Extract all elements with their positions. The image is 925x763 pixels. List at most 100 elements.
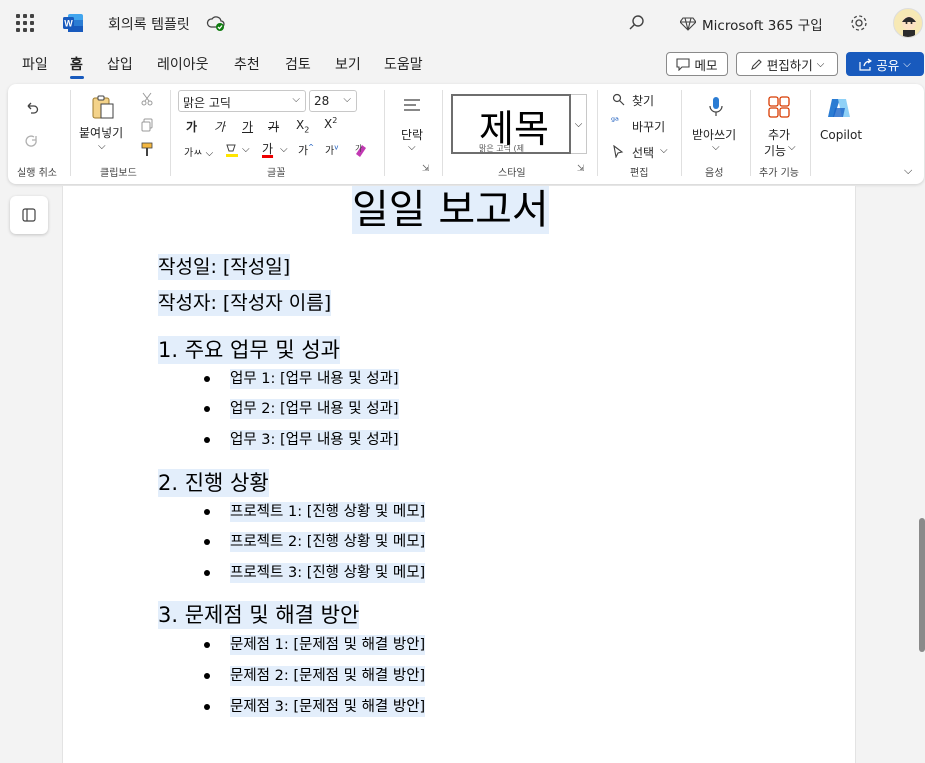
dialog-launcher-icon[interactable]: ⇲ bbox=[422, 164, 430, 174]
select-button[interactable]: 선택 bbox=[632, 144, 654, 161]
meta-date[interactable]: 작성일: [작성일] bbox=[158, 254, 291, 280]
tab-review[interactable]: 검토 bbox=[285, 54, 311, 74]
chevron-down-icon: ⌵ bbox=[574, 118, 583, 130]
document-heading[interactable]: 일일 보고서 bbox=[352, 186, 549, 234]
styles-more-button[interactable]: ⌵ bbox=[571, 94, 587, 154]
avatar[interactable] bbox=[893, 8, 923, 38]
list-item[interactable]: 프로젝트 1: [진행 상황 및 메모] bbox=[230, 502, 426, 522]
ribbon-collapse-icon[interactable]: ⌵ bbox=[904, 164, 912, 178]
bullet bbox=[204, 642, 210, 648]
copilot-button[interactable]: Copilot bbox=[820, 128, 862, 142]
chevron-down-icon: ⌵ bbox=[903, 58, 911, 70]
list-item[interactable]: 문제점 1: [문제점 및 해결 방안] bbox=[230, 635, 426, 655]
share-button[interactable]: 공유 ⌵ bbox=[846, 52, 924, 76]
styles-group-label: 스타일 bbox=[498, 168, 526, 179]
tab-file[interactable]: 파일 bbox=[22, 54, 48, 74]
search-icon[interactable] bbox=[628, 14, 646, 32]
document-title[interactable]: 회의록 템플릿 bbox=[108, 14, 190, 34]
font-style-button[interactable]: 가ㅆ ⌵ bbox=[184, 144, 213, 159]
strikethrough-button[interactable]: 가 bbox=[268, 118, 279, 135]
section-heading[interactable]: 3. 문제점 및 해결 방안 bbox=[158, 601, 360, 629]
bold-button[interactable]: 가 bbox=[186, 118, 197, 135]
cut-icon[interactable] bbox=[140, 92, 154, 106]
add-ins-button[interactable]: 추가 bbox=[768, 126, 790, 143]
chevron-down-icon[interactable]: ⌵ bbox=[242, 144, 250, 155]
undo-group-label: 실행 취소 bbox=[17, 168, 57, 179]
highlighter-icon[interactable] bbox=[224, 142, 240, 158]
tab-recommend[interactable]: 추천 bbox=[234, 54, 260, 74]
list-item[interactable]: 업무 2: [업무 내용 및 성과] bbox=[230, 399, 399, 419]
app-launcher-icon[interactable] bbox=[16, 14, 34, 32]
dialog-launcher-icon[interactable]: ⇲ bbox=[577, 164, 585, 174]
italic-button[interactable]: 가 bbox=[214, 118, 225, 135]
font-color-button[interactable]: 가 bbox=[262, 140, 273, 157]
replace-button[interactable]: 바꾸기 bbox=[632, 118, 665, 135]
superscript-button[interactable]: X2 bbox=[324, 116, 337, 131]
copy-icon[interactable] bbox=[140, 118, 154, 132]
chevron-down-icon[interactable]: ⌵ bbox=[660, 145, 668, 156]
navigation-pane-button[interactable] bbox=[10, 196, 48, 234]
vertical-scrollbar-thumb[interactable] bbox=[919, 518, 925, 652]
add-ins-icon[interactable] bbox=[768, 96, 790, 118]
tab-home[interactable]: 홈 bbox=[70, 54, 83, 74]
paste-icon[interactable] bbox=[91, 94, 115, 120]
grow-font-button[interactable]: 가^ bbox=[298, 142, 314, 158]
chevron-down-icon: ⌵ bbox=[816, 58, 825, 70]
bullet bbox=[204, 570, 210, 576]
paragraph-button[interactable]: 단락 bbox=[401, 126, 423, 143]
font-size-select[interactable]: 28 ⌵ bbox=[309, 90, 357, 112]
pencil-icon bbox=[750, 58, 762, 70]
divider bbox=[597, 90, 598, 176]
chevron-down-icon[interactable]: ⌵ bbox=[98, 141, 106, 152]
cloud-saved-icon[interactable] bbox=[206, 14, 226, 32]
shrink-font-button[interactable]: 가v bbox=[325, 142, 338, 157]
list-item[interactable]: 업무 1: [업무 내용 및 성과] bbox=[230, 369, 399, 389]
divider bbox=[442, 90, 443, 176]
title-bar: W 회의록 템플릿 Microsoft 365 구입 bbox=[0, 0, 925, 46]
voice-group-label: 음성 bbox=[705, 168, 724, 179]
dictate-button[interactable]: 받아쓰기 bbox=[692, 126, 736, 143]
undo-icon[interactable] bbox=[24, 100, 40, 116]
search-icon bbox=[612, 93, 625, 106]
copilot-icon[interactable] bbox=[826, 96, 852, 120]
active-tab-indicator bbox=[70, 76, 84, 79]
list-item[interactable]: 문제점 2: [문제점 및 해결 방안] bbox=[230, 666, 426, 686]
chevron-down-icon[interactable]: ⌵ bbox=[712, 142, 720, 153]
section-heading[interactable]: 1. 주요 업무 및 성과 bbox=[158, 336, 340, 364]
gear-icon[interactable] bbox=[849, 13, 869, 33]
tab-layout[interactable]: 레이아웃 bbox=[157, 54, 209, 74]
divider bbox=[810, 90, 811, 176]
paste-button[interactable]: 붙여넣기 bbox=[79, 124, 123, 141]
list-item[interactable]: 프로젝트 2: [진행 상황 및 메모] bbox=[230, 532, 426, 552]
tab-help[interactable]: 도움말 bbox=[384, 54, 423, 74]
format-painter-icon[interactable] bbox=[140, 142, 154, 158]
tab-insert[interactable]: 삽입 bbox=[107, 54, 133, 74]
chevron-down-icon[interactable]: ⌵ bbox=[408, 142, 416, 153]
list-item[interactable]: 문제점 3: [문제점 및 해결 방안] bbox=[230, 697, 426, 717]
comments-button[interactable]: 메모 bbox=[666, 52, 728, 76]
font-name-select[interactable]: 맑은 고딕 ⌵ bbox=[178, 90, 306, 112]
editing-group-label: 편집 bbox=[630, 168, 649, 179]
chevron-down-icon[interactable]: ⌵ bbox=[280, 144, 288, 155]
chevron-down-icon[interactable]: ⌵ bbox=[788, 142, 796, 153]
style-preview-subtext: 맑은 고딕 (제 bbox=[479, 144, 525, 153]
buy-microsoft-365[interactable]: Microsoft 365 구입 bbox=[680, 14, 823, 34]
subscript-button[interactable]: X2 bbox=[296, 118, 309, 134]
add-ins-button-line2[interactable]: 기능 bbox=[764, 142, 786, 159]
meta-author[interactable]: 작성자: [작성자 이름] bbox=[158, 290, 332, 316]
paragraph-icon[interactable] bbox=[403, 98, 421, 114]
editing-mode-button[interactable]: 편집하기 ⌵ bbox=[736, 52, 838, 76]
share-label: 공유 bbox=[876, 57, 900, 73]
tab-view[interactable]: 보기 bbox=[335, 54, 361, 74]
microphone-icon[interactable] bbox=[708, 96, 724, 118]
list-item[interactable]: 업무 3: [업무 내용 및 성과] bbox=[230, 430, 399, 450]
underline-button[interactable]: 가 bbox=[242, 118, 253, 135]
find-button[interactable]: 찾기 bbox=[632, 92, 654, 109]
style-title-preview[interactable]: 제목 맑은 고딕 (제 bbox=[451, 94, 571, 154]
divider bbox=[750, 90, 751, 176]
section-heading[interactable]: 2. 진행 상황 bbox=[158, 469, 269, 497]
list-item[interactable]: 프로젝트 3: [진행 상황 및 메모] bbox=[230, 563, 426, 583]
redo-icon[interactable] bbox=[24, 134, 40, 150]
clear-format-icon[interactable]: 가 bbox=[353, 142, 369, 158]
clipboard-group-label: 클립보드 bbox=[100, 168, 137, 179]
